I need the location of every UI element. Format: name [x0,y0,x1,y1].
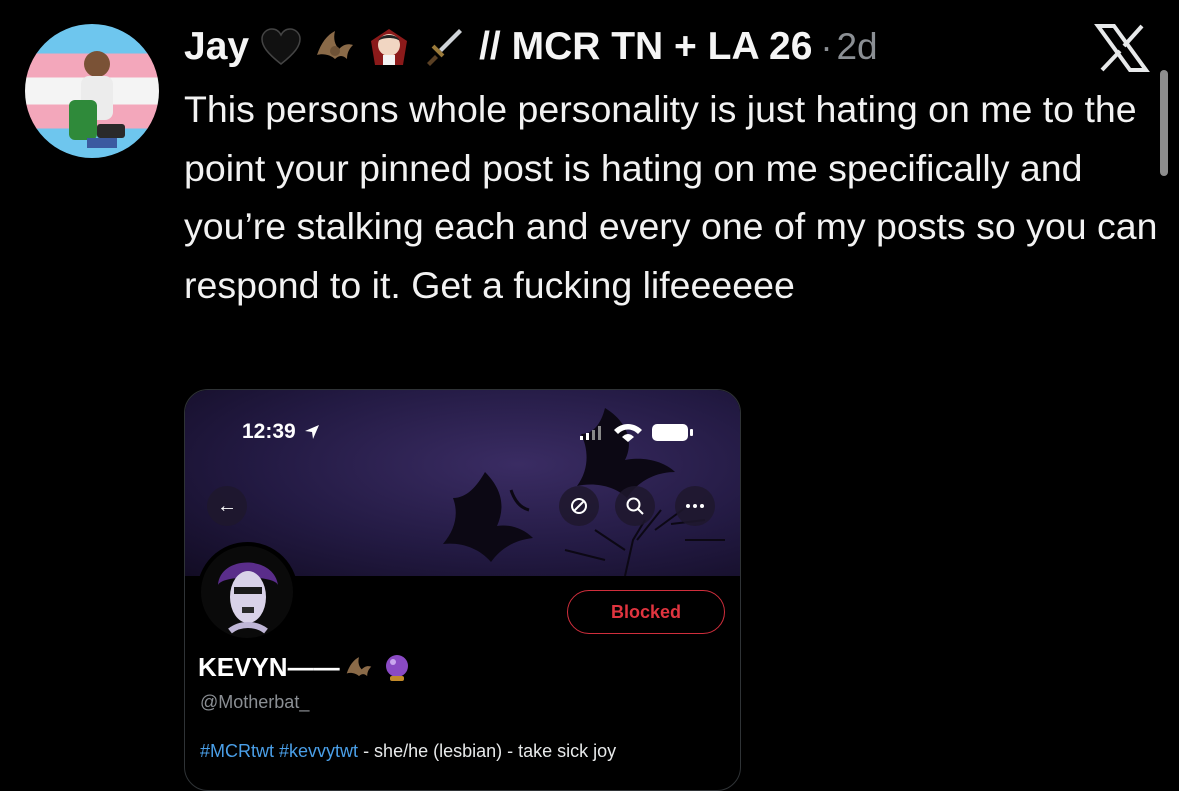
hashtag-kevvytwt[interactable]: #kevvytwt [279,741,358,761]
profile-handle: @Motherbat_ [200,692,310,712]
profile-bio: #MCRtwt #kevvytwt - she/he (lesbian) - t… [200,741,616,762]
status-bar-icons [580,424,693,442]
attached-screenshot[interactable]: 12:39 ← Blocked KEVYN —— @Motherbat_ #MC… [184,389,741,791]
location-arrow-icon [305,425,319,439]
dagger-icon [427,29,463,66]
circle-slash-icon[interactable] [559,486,599,526]
profile-name-decoration: —— [287,652,340,682]
bio-text: - she/he (lesbian) - take sick joy [358,741,617,761]
post-text: This persons whole personality is just h… [184,88,1158,306]
author-display-suffix: // MCR TN + LA 26 [479,25,813,68]
vampire-icon [371,29,408,65]
x-logo-icon[interactable] [1094,24,1150,72]
author-name[interactable]: Jay [184,25,249,69]
bat-icon [317,31,354,59]
crystal-ball-icon [385,654,408,681]
avatar-figure [69,51,125,148]
separator-dot: · [820,26,833,67]
back-arrow-icon[interactable]: ← [207,486,247,526]
hashtag-mcrtwt[interactable]: #MCRtwt [200,741,274,761]
more-options-icon[interactable] [675,486,715,526]
search-icon[interactable] [615,486,655,526]
author-avatar[interactable] [25,24,159,158]
status-time: 12:39 [242,420,296,443]
scrollbar-thumb[interactable] [1160,70,1168,176]
post-timestamp[interactable]: 2d [836,26,877,68]
profile-display-name: KEVYN —— [198,652,412,683]
profile-name-text: KEVYN [198,652,288,682]
black-heart-icon [261,28,301,65]
post-header: Jay // MCR TN + LA 26 · 2d [184,22,878,72]
profile-avatar[interactable] [197,542,298,643]
bat-icon [346,656,371,676]
blocked-button[interactable]: Blocked [567,590,725,634]
